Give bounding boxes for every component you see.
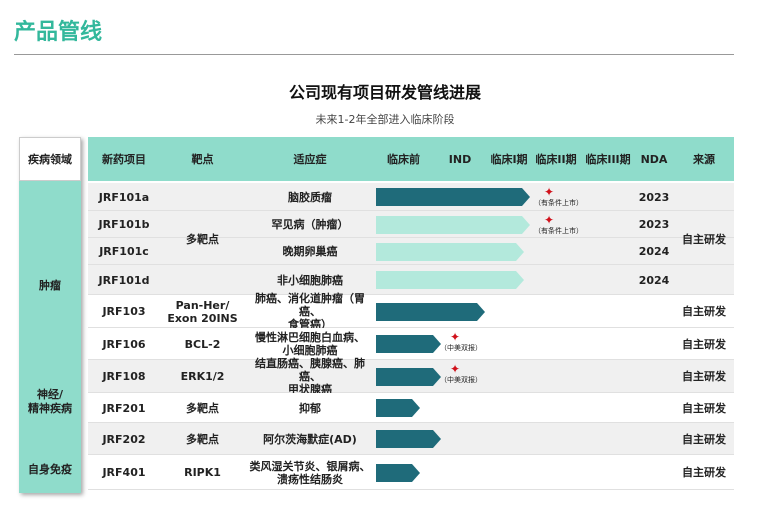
project-name: JRF101d <box>98 273 150 287</box>
target-name: Pan-Her/ Exon 20INS <box>167 298 238 325</box>
source: 自主研发 <box>682 432 726 446</box>
progress-arrow <box>376 242 524 261</box>
indication: 抑郁 <box>299 401 321 415</box>
header-indication: 适应症 <box>293 153 327 166</box>
indication: 晚期卵巢癌 <box>282 245 338 258</box>
project-name: JRF101b <box>98 218 150 231</box>
target-name: RIPK1 <box>184 466 221 479</box>
target-name: ERK1/2 <box>180 370 225 383</box>
approval-note: （中美双报） <box>440 376 482 384</box>
header-phase2: 临床II期 <box>535 153 577 166</box>
chart-subtitle: 未来1-2年全部进入临床阶段 <box>315 113 455 126</box>
header-nda: NDA <box>640 152 668 166</box>
indication: 结直肠癌、胰腺癌、肺癌、 甲状腺癌 <box>255 357 365 396</box>
indication: 罕见病（肿瘤） <box>271 218 349 231</box>
title-divider <box>14 54 734 55</box>
source-merged: 自主研发 <box>682 232 726 246</box>
header-preclinical: 临床前 <box>387 153 420 166</box>
project-name: JRF101a <box>98 190 150 204</box>
project-name: JRF201 <box>102 401 146 415</box>
chart-title: 公司现有项目研发管线进展 <box>288 83 481 102</box>
header-phase3: 临床III期 <box>585 153 631 166</box>
nda-year: 2023 <box>638 218 670 231</box>
indication: 类风湿关节炎、银屑病、 溃疡性结肠炎 <box>249 459 371 486</box>
progress-arrow <box>376 463 420 482</box>
header-phase1: 临床I期 <box>490 153 528 166</box>
progress-arrow <box>376 367 441 386</box>
disease-label-neuro: 神经/ 精神疾病 <box>28 388 72 415</box>
source: 自主研发 <box>682 401 726 415</box>
indication: 阿尔茨海默症(AD) <box>263 432 357 446</box>
source: 自主研发 <box>682 337 726 351</box>
source: 自主研发 <box>682 370 726 383</box>
indication: 肺癌、消化道肿瘤（胃癌、 食管癌） <box>255 292 365 331</box>
progress-arrow <box>376 335 441 353</box>
nda-year: 2023 <box>638 190 670 204</box>
indication: 脑胶质瘤 <box>288 190 332 204</box>
progress-arrow <box>376 271 524 289</box>
project-name: JRF101c <box>99 245 149 258</box>
project-name: JRF103 <box>102 305 146 318</box>
approval-note: （有条件上市） <box>534 199 583 207</box>
progress-arrow <box>376 302 485 321</box>
progress-arrow <box>376 399 420 417</box>
approval-note: （有条件上市） <box>534 227 583 235</box>
target-name: 多靶点 <box>186 432 219 446</box>
star-icon: ✦ <box>544 213 555 227</box>
header-ind: IND <box>448 152 472 166</box>
project-name: JRF401 <box>102 466 146 479</box>
target-name-merged: 多靶点 <box>186 232 219 246</box>
disease-area-header: 疾病领域 <box>19 137 81 181</box>
star-icon: ✦ <box>544 185 555 199</box>
target-name: 多靶点 <box>186 401 219 415</box>
header-source: 来源 <box>693 153 715 166</box>
slide-title: 产品管线 <box>14 20 103 45</box>
project-name: JRF106 <box>102 337 146 351</box>
project-name: JRF108 <box>102 370 146 383</box>
header-target: 靶点 <box>191 153 214 166</box>
progress-arrow <box>376 215 530 234</box>
disease-label-autoimmune: 自身免疫 <box>28 463 72 476</box>
nda-year: 2024 <box>638 273 670 287</box>
target-name: BCL-2 <box>184 337 221 351</box>
source: 自主研发 <box>682 305 726 318</box>
source: 自主研发 <box>682 466 726 479</box>
star-icon: ✦ <box>450 362 461 376</box>
approval-note: （中美双报） <box>440 344 482 352</box>
disease-area-column <box>19 137 81 493</box>
header-project: 新药项目 <box>102 153 146 166</box>
progress-arrow <box>376 430 441 448</box>
nda-year: 2024 <box>638 245 670 258</box>
disease-label-oncology: 肿瘤 <box>39 279 61 292</box>
project-name: JRF202 <box>102 432 146 446</box>
star-icon: ✦ <box>450 330 461 344</box>
progress-arrow <box>376 188 530 206</box>
indication: 非小细胞肺癌 <box>277 273 343 287</box>
indication: 慢性淋巴细胞白血病、 小细胞肺癌 <box>255 331 365 357</box>
